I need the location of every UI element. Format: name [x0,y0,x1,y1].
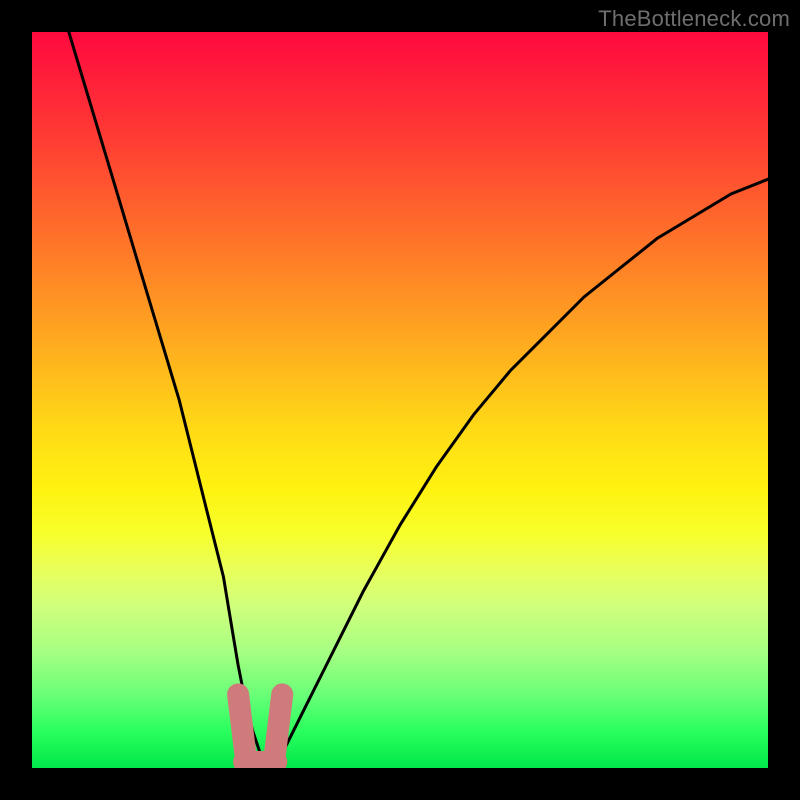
chart-svg [32,32,768,768]
bottleneck-curve [69,32,768,761]
watermark-text: TheBottleneck.com [598,6,790,32]
plot-area [32,32,768,768]
optimal-marker-left [238,694,246,760]
chart-frame: TheBottleneck.com [0,0,800,800]
optimal-marker-right [274,694,282,760]
